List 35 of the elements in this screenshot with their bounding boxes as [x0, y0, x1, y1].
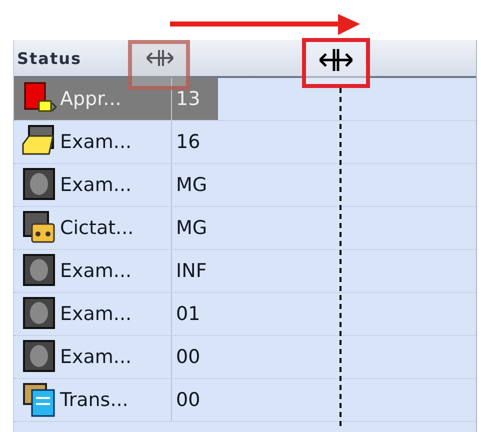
table-cell: Exam...: [60, 131, 132, 153]
table-cell: 00: [176, 389, 200, 411]
image-thumbnail-icon: [22, 167, 58, 203]
resize-cursor-icon: [318, 48, 354, 72]
resize-cursor-icon: [145, 48, 175, 68]
table-cell: 01: [176, 303, 200, 325]
image-thumbnail-icon: [22, 253, 58, 289]
table-row[interactable]: Exam... MG: [14, 164, 476, 207]
table-row[interactable]: Trans... 00: [14, 379, 476, 422]
table-row[interactable]: Exam... INF: [14, 250, 476, 293]
table-cell: INF: [176, 260, 207, 282]
table-cell: Cictat...: [60, 217, 134, 239]
table-cell: 13: [176, 88, 200, 110]
table-cell: Exam...: [60, 260, 132, 282]
table-row[interactable]: Appr... 13: [14, 78, 476, 121]
table-cell: Appr...: [60, 88, 122, 110]
table-cell: MG: [176, 217, 208, 239]
column-header[interactable]: Status: [17, 48, 82, 68]
document-icon: [22, 382, 58, 418]
table-cell: 00: [176, 346, 200, 368]
table-cell: Exam...: [60, 346, 132, 368]
cassette-icon: [22, 210, 58, 246]
table-cell: MG: [176, 174, 208, 196]
image-thumbnail-icon: [22, 339, 58, 375]
table-cell: Exam...: [60, 303, 132, 325]
image-thumbnail-icon: [22, 296, 58, 332]
table-row[interactable]: Exam... 16: [14, 121, 476, 164]
table-row[interactable]: Cictat... MG: [14, 207, 476, 250]
table-cell: 16: [176, 131, 200, 153]
table-cell: Exam...: [60, 174, 132, 196]
resize-cursor-highlight: [128, 40, 190, 90]
table-row[interactable]: Exam... 01: [14, 293, 476, 336]
resize-cursor-highlight: [302, 38, 370, 88]
table-cell: Trans...: [60, 389, 128, 411]
table-row[interactable]: Exam... 00: [14, 336, 476, 379]
